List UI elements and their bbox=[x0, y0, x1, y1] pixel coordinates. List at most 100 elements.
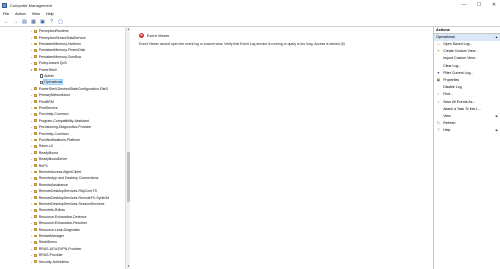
expand-right-icon[interactable]: › bbox=[30, 164, 33, 168]
expand-right-icon[interactable]: › bbox=[30, 189, 33, 193]
menu-help[interactable]: Help bbox=[46, 12, 54, 16]
tree-item[interactable]: › Policy-based QoS bbox=[0, 61, 124, 67]
tree-item[interactable]: › PowerShell-DesiredStateConfiguration-Fi… bbox=[0, 86, 124, 92]
expand-right-icon[interactable]: › bbox=[30, 208, 33, 212]
tree-item[interactable]: › PrintService bbox=[0, 105, 124, 111]
tree-item[interactable]: › PerceptionSensorDataService bbox=[0, 35, 124, 41]
tree-item[interactable]: › PersistentMemory-Nvdimm bbox=[0, 41, 124, 47]
expand-right-icon[interactable]: › bbox=[30, 144, 33, 148]
action-view[interactable]: View ▶ bbox=[434, 112, 500, 119]
tree-item[interactable]: › Resource-Leak-Diagnostic bbox=[0, 227, 124, 233]
expand-right-icon[interactable]: › bbox=[30, 138, 33, 142]
tree-item[interactable]: › Resource-Exhaustion-Detector bbox=[0, 214, 124, 220]
tree-item[interactable]: › Resource-Exhaustion-Resolver bbox=[0, 221, 124, 227]
forward-icon[interactable]: → bbox=[12, 18, 19, 25]
expand-right-icon[interactable]: › bbox=[30, 215, 33, 219]
tree-item[interactable]: Operational bbox=[0, 79, 124, 86]
tree-item[interactable]: › PrimaryNetworkIcon bbox=[0, 93, 124, 99]
tree-item[interactable]: › Proximity-Common bbox=[0, 112, 124, 118]
tree-item[interactable]: › RRAS-Provider bbox=[0, 253, 124, 259]
expand-right-icon[interactable]: › bbox=[30, 253, 33, 257]
scrollbar-thumb[interactable] bbox=[126, 152, 131, 202]
up-folder-icon[interactable]: ▤ bbox=[21, 18, 28, 25]
expand-right-icon[interactable]: › bbox=[30, 260, 33, 264]
expand-right-icon[interactable]: › bbox=[30, 132, 33, 136]
action-refresh[interactable]: ↻ Refresh bbox=[434, 120, 500, 127]
action-clear-log[interactable]: Clear Log... bbox=[434, 62, 500, 69]
menu-action[interactable]: Action bbox=[15, 12, 26, 16]
expand-right-icon[interactable]: › bbox=[30, 93, 33, 97]
expand-right-icon[interactable]: › bbox=[30, 48, 33, 52]
back-icon[interactable]: ← bbox=[3, 18, 10, 25]
action-help[interactable]: ? Help ▶ bbox=[434, 127, 500, 134]
expand-right-icon[interactable]: › bbox=[30, 157, 33, 161]
tree-item[interactable]: › RestartManager bbox=[0, 233, 124, 239]
tree-item[interactable]: › PersistentMemory-ScmBus bbox=[0, 54, 124, 60]
action-disable-log[interactable]: Disable Log bbox=[434, 84, 500, 91]
tree-item[interactable]: › RemoteDesktopServices-RdpCoreTS bbox=[0, 189, 124, 195]
expand-right-icon[interactable]: › bbox=[30, 36, 33, 40]
tree-item[interactable]: › PerceptionRuntime bbox=[0, 29, 124, 35]
tree-item[interactable]: › Program-Compatibility-Assistant bbox=[0, 118, 124, 124]
tree-item[interactable]: › Provisioning-Diagnostics-Provider bbox=[0, 125, 124, 131]
expand-right-icon[interactable]: › bbox=[30, 202, 33, 206]
tree-item[interactable]: › Rdms-UI bbox=[0, 144, 124, 150]
expand-down-icon[interactable]: ▾ bbox=[30, 68, 33, 72]
expand-right-icon[interactable]: › bbox=[30, 221, 33, 225]
tree-item[interactable]: › RemoteDesktopServices-RemoteFX-Synth3d bbox=[0, 195, 124, 201]
expand-right-icon[interactable]: › bbox=[30, 125, 33, 129]
expand-right-icon[interactable]: › bbox=[30, 119, 33, 123]
expand-right-icon[interactable]: › bbox=[30, 247, 33, 251]
action-attach-a-task-to-this-l[interactable]: Attach a Task To this L... bbox=[434, 105, 500, 112]
expand-right-icon[interactable]: › bbox=[30, 42, 33, 46]
expand-right-icon[interactable]: › bbox=[30, 112, 33, 116]
tree-item[interactable]: › Remotefs-Rdbss bbox=[0, 208, 124, 214]
expand-right-icon[interactable]: › bbox=[30, 183, 33, 187]
expand-right-icon[interactable]: › bbox=[30, 29, 33, 33]
tree-item[interactable]: › RemoteDesktopServices-SessionServices bbox=[0, 201, 124, 207]
tree-item[interactable]: › Security-Adminless bbox=[0, 259, 124, 265]
collapse-caret-icon[interactable]: ▲ bbox=[495, 35, 498, 39]
tree-item[interactable]: › ReadyBoost bbox=[0, 150, 124, 156]
action-properties[interactable]: ▣ Properties bbox=[434, 76, 500, 83]
expand-right-icon[interactable]: › bbox=[30, 100, 33, 104]
expand-right-icon[interactable]: › bbox=[30, 151, 33, 155]
tree-item[interactable]: › RetailDemo bbox=[0, 240, 124, 246]
tree-item[interactable]: › PersistentMemory-PmemDisk bbox=[0, 48, 124, 54]
action-find[interactable]: ⌕ Find... bbox=[434, 91, 500, 98]
minimize-button[interactable]: — bbox=[460, 1, 468, 9]
menu-file[interactable]: File bbox=[3, 12, 9, 16]
tree-item[interactable]: › RemoteApp and Desktop Connections bbox=[0, 176, 124, 182]
menu-view[interactable]: View bbox=[32, 12, 40, 16]
console-icon[interactable]: ▢ bbox=[57, 18, 64, 25]
close-button[interactable]: ✕ bbox=[490, 1, 498, 9]
tree-item[interactable]: › ReadyBoostDriver bbox=[0, 157, 124, 163]
tree-item[interactable]: › Proximity-Common bbox=[0, 131, 124, 137]
action-import-custom-view[interactable]: Import Custom View... bbox=[434, 55, 500, 62]
tree-item[interactable]: › RRAS-AGILEVPN-Provider bbox=[0, 246, 124, 252]
expand-right-icon[interactable]: › bbox=[30, 196, 33, 200]
expand-right-icon[interactable]: › bbox=[30, 87, 33, 91]
tree-item[interactable]: › ReFS bbox=[0, 163, 124, 169]
help-icon[interactable]: ? bbox=[48, 18, 55, 25]
expand-right-icon[interactable]: › bbox=[30, 228, 33, 232]
expand-right-icon[interactable]: › bbox=[30, 61, 33, 65]
expand-right-icon[interactable]: › bbox=[30, 170, 33, 174]
tree-item[interactable]: › PushNotifications-Platform bbox=[0, 137, 124, 143]
expand-right-icon[interactable]: › bbox=[30, 106, 33, 110]
tree-item[interactable]: › PrintBRM bbox=[0, 99, 124, 105]
tree-item[interactable]: › RemoteAccess-MgmtClient bbox=[0, 169, 124, 175]
action-filter-current-log[interactable]: ▼ Filter Current Log... bbox=[434, 69, 500, 76]
tree-scrollbar[interactable]: ▲ ▼ bbox=[125, 27, 131, 269]
tree-item[interactable]: › RemoteAssistance bbox=[0, 182, 124, 188]
properties-icon[interactable]: ▣ bbox=[39, 18, 46, 25]
expand-right-icon[interactable]: › bbox=[30, 234, 33, 238]
tree-item[interactable]: ▾ PowerShell bbox=[0, 67, 124, 73]
action-open-saved-log[interactable]: ▭ Open Saved Log... bbox=[434, 41, 500, 48]
expand-right-icon[interactable]: › bbox=[30, 55, 33, 59]
tree-item[interactable]: Admin bbox=[0, 73, 124, 79]
action-create-custom-view[interactable]: ▼ Create Custom View... bbox=[434, 48, 500, 55]
expand-right-icon[interactable]: › bbox=[30, 176, 33, 180]
show-hide-tree-icon[interactable]: ▦ bbox=[30, 18, 37, 25]
maximize-button[interactable]: ☐ bbox=[475, 1, 483, 9]
